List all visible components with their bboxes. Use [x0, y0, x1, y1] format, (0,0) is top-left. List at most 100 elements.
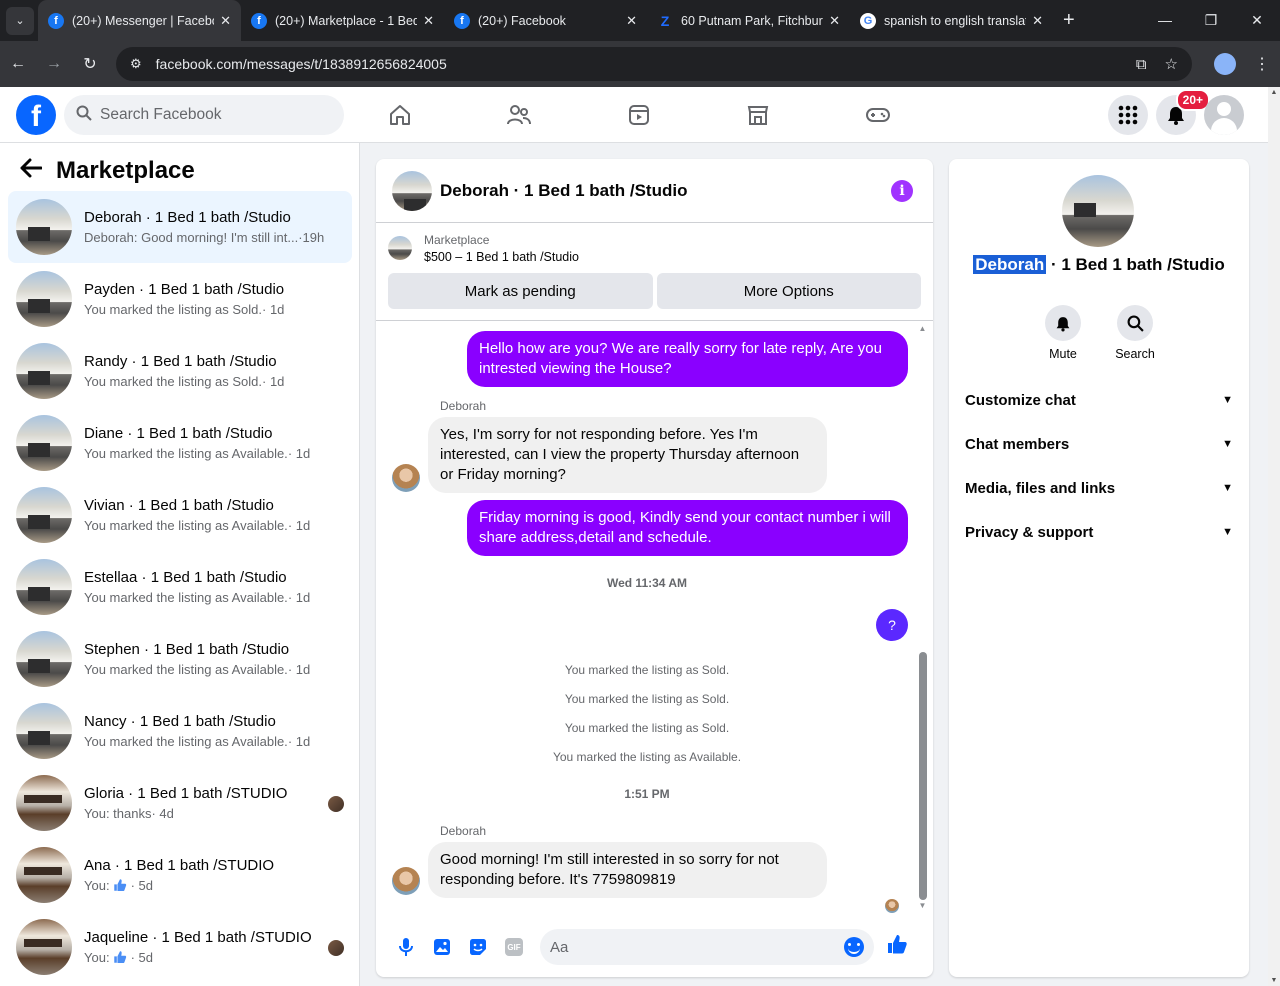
media-files-links-section[interactable]: Media, files and links ▼ — [957, 466, 1241, 510]
like-button[interactable] — [886, 933, 908, 961]
sticker-icon[interactable] — [460, 929, 496, 965]
menu-button[interactable] — [1108, 95, 1148, 135]
reload-icon[interactable]: ↻ — [72, 54, 108, 74]
tab-search-button[interactable]: ⌄ — [6, 6, 34, 35]
mark-as-pending-button[interactable]: Mark as pending — [388, 273, 653, 309]
info-icon[interactable]: i — [891, 179, 913, 202]
chat-members-section[interactable]: Chat members ▼ — [957, 422, 1241, 466]
nav-gaming[interactable] — [818, 87, 938, 143]
nav-video[interactable] — [579, 87, 699, 143]
back-arrow-icon[interactable] — [20, 157, 43, 185]
divider — [376, 320, 933, 321]
more-options-button[interactable]: More Options — [656, 273, 921, 309]
sender-avatar[interactable] — [392, 464, 420, 492]
install-icon[interactable]: ⧉ — [1136, 56, 1147, 73]
conversation-time: · 1d — [287, 590, 311, 605]
message-input-wrapper[interactable] — [540, 929, 874, 965]
site-info-icon[interactable]: ⚙ — [130, 56, 142, 72]
conversation-item[interactable]: Randy · 1 Bed 1 bath /Studio You marked t… — [8, 335, 352, 407]
close-icon[interactable]: ✕ — [626, 13, 637, 29]
chat-avatar[interactable] — [392, 170, 432, 211]
restore-icon[interactable]: ❐ — [1188, 12, 1234, 29]
conversation-item[interactable]: Payden · 1 Bed 1 bath /Studio You marked … — [8, 263, 352, 335]
conversation-avatar — [16, 631, 72, 687]
close-icon[interactable]: ✕ — [829, 13, 840, 29]
sender-avatar[interactable] — [392, 867, 420, 895]
page-scrollbar[interactable]: ▲ ▼ — [1268, 87, 1280, 986]
nav-friends[interactable] — [460, 87, 580, 143]
section-label: Chat members — [965, 435, 1070, 453]
conversation-item[interactable]: Jaqueline · 1 Bed 1 bath /STUDIO You: · 5d — [8, 911, 352, 983]
account-avatar[interactable] — [1204, 95, 1244, 135]
conversation-avatar — [16, 559, 72, 615]
address-bar[interactable]: ⚙ facebook.com/messages/t/18389126568240… — [116, 47, 1192, 81]
emoji-icon[interactable] — [844, 937, 864, 957]
conversation-time: · 1d — [287, 446, 311, 461]
browser-tab[interactable]: Z 60 Putnam Park, Fitchburg ✕ — [647, 0, 850, 41]
conversation-item[interactable]: Diane · 1 Bed 1 bath /Studio You marked t… — [8, 407, 352, 479]
scroll-up-arrow[interactable]: ▲ — [918, 324, 927, 333]
conversation-item[interactable]: Gloria · 1 Bed 1 bath /STUDIO You: thanks… — [8, 767, 352, 839]
photo-icon[interactable] — [424, 929, 460, 965]
chevron-down-icon: ▼ — [1222, 526, 1233, 538]
conversation-item[interactable]: Estellaa · 1 Bed 1 bath /Studio You marke… — [8, 551, 352, 623]
nav-home[interactable] — [340, 87, 460, 143]
browser-menu-icon[interactable]: ⋮ — [1254, 54, 1270, 74]
window-controls: — ❐ ✕ — [1142, 12, 1280, 29]
conversation-item[interactable]: Stephen · 1 Bed 1 bath /Studio You marked… — [8, 623, 352, 695]
search-input[interactable] — [100, 105, 320, 124]
thread-scrollbar[interactable]: ▲ ▼ — [918, 324, 927, 910]
facebook-icon: f — [48, 12, 64, 29]
header-actions: 20+ — [1100, 89, 1244, 135]
nav-marketplace[interactable] — [699, 87, 819, 143]
conversation-time: · 1d — [262, 374, 285, 389]
browser-profile-avatar[interactable] — [1214, 53, 1236, 75]
scroll-up-arrow[interactable]: ▲ — [1268, 89, 1280, 96]
microphone-icon[interactable] — [388, 929, 424, 965]
incoming-message[interactable]: Good morning! I'm still interested in so… — [428, 842, 827, 898]
facebook-logo[interactable]: f — [16, 94, 56, 135]
forward-icon[interactable]: → — [36, 55, 72, 73]
chevron-down-icon: ▼ — [1222, 482, 1233, 494]
scroll-down-arrow[interactable]: ▼ — [918, 901, 927, 910]
gif-button[interactable]: GIF — [496, 929, 532, 965]
close-window-icon[interactable]: ✕ — [1234, 12, 1280, 29]
customize-chat-section[interactable]: Customize chat ▼ — [957, 378, 1241, 422]
scroll-down-arrow[interactable]: ▼ — [1268, 977, 1280, 984]
privacy-support-section[interactable]: Privacy & support ▼ — [957, 510, 1241, 554]
chat-title[interactable]: Deborah · 1 Bed 1 bath /Studio — [440, 181, 891, 201]
facebook-search[interactable] — [64, 94, 344, 135]
conversation-name: Diane · 1 Bed 1 bath /Studio — [84, 425, 273, 442]
browser-tab[interactable]: G spanish to english translate ✕ — [850, 0, 1053, 41]
contact-name[interactable]: Deborah · 1 Bed 1 bath /Studio — [949, 255, 1249, 275]
conversation-item[interactable]: Ana · 1 Bed 1 bath /STUDIO You: · 5d — [8, 839, 352, 911]
conversation-item[interactable]: Deborah · 1 Bed 1 bath /Studio Deborah: G… — [8, 191, 352, 263]
conversation-item[interactable]: Nancy · 1 Bed 1 bath /Studio You marked t… — [8, 695, 352, 767]
incoming-message[interactable]: Yes, I'm sorry for not responding before… — [428, 417, 827, 493]
scroll-thumb[interactable] — [919, 652, 927, 900]
mute-button[interactable]: Mute — [1043, 305, 1083, 361]
browser-tab[interactable]: f (20+) Facebook ✕ — [444, 0, 647, 41]
minimize-icon[interactable]: — — [1142, 12, 1188, 29]
conversation-avatar — [16, 199, 72, 255]
conversation-preview: You marked the listing as Available. — [84, 518, 288, 533]
search-in-chat-button[interactable]: Search — [1115, 305, 1155, 361]
thumbs-up-icon — [113, 950, 128, 964]
close-icon[interactable]: ✕ — [220, 13, 231, 29]
browser-tab[interactable]: f (20+) Marketplace - 1 Bed ✕ — [241, 0, 444, 41]
conversation-item[interactable]: Vivian · 1 Bed 1 bath /Studio You marked … — [8, 479, 352, 551]
notifications-button[interactable]: 20+ — [1156, 89, 1210, 135]
listing-summary[interactable]: Marketplace $500 – 1 Bed 1 bath /Studio — [376, 223, 933, 273]
back-icon[interactable]: ← — [0, 55, 36, 73]
url-text[interactable]: facebook.com/messages/t/1838912656824005 — [156, 56, 1118, 72]
close-icon[interactable]: ✕ — [1032, 13, 1043, 29]
message-input[interactable] — [550, 938, 844, 956]
browser-tab[interactable]: f (20+) Messenger | Facebook ✕ — [38, 0, 241, 41]
outgoing-message[interactable]: Hello how are you? We are really sorry f… — [467, 331, 908, 387]
outgoing-message[interactable]: ? — [876, 609, 908, 641]
close-icon[interactable]: ✕ — [423, 13, 434, 29]
bookmark-star-icon[interactable]: ☆ — [1165, 55, 1178, 73]
new-tab-icon[interactable]: + — [1063, 9, 1075, 32]
outgoing-message[interactable]: Friday morning is good, Kindly send your… — [467, 500, 908, 556]
contact-avatar[interactable] — [1062, 175, 1134, 247]
